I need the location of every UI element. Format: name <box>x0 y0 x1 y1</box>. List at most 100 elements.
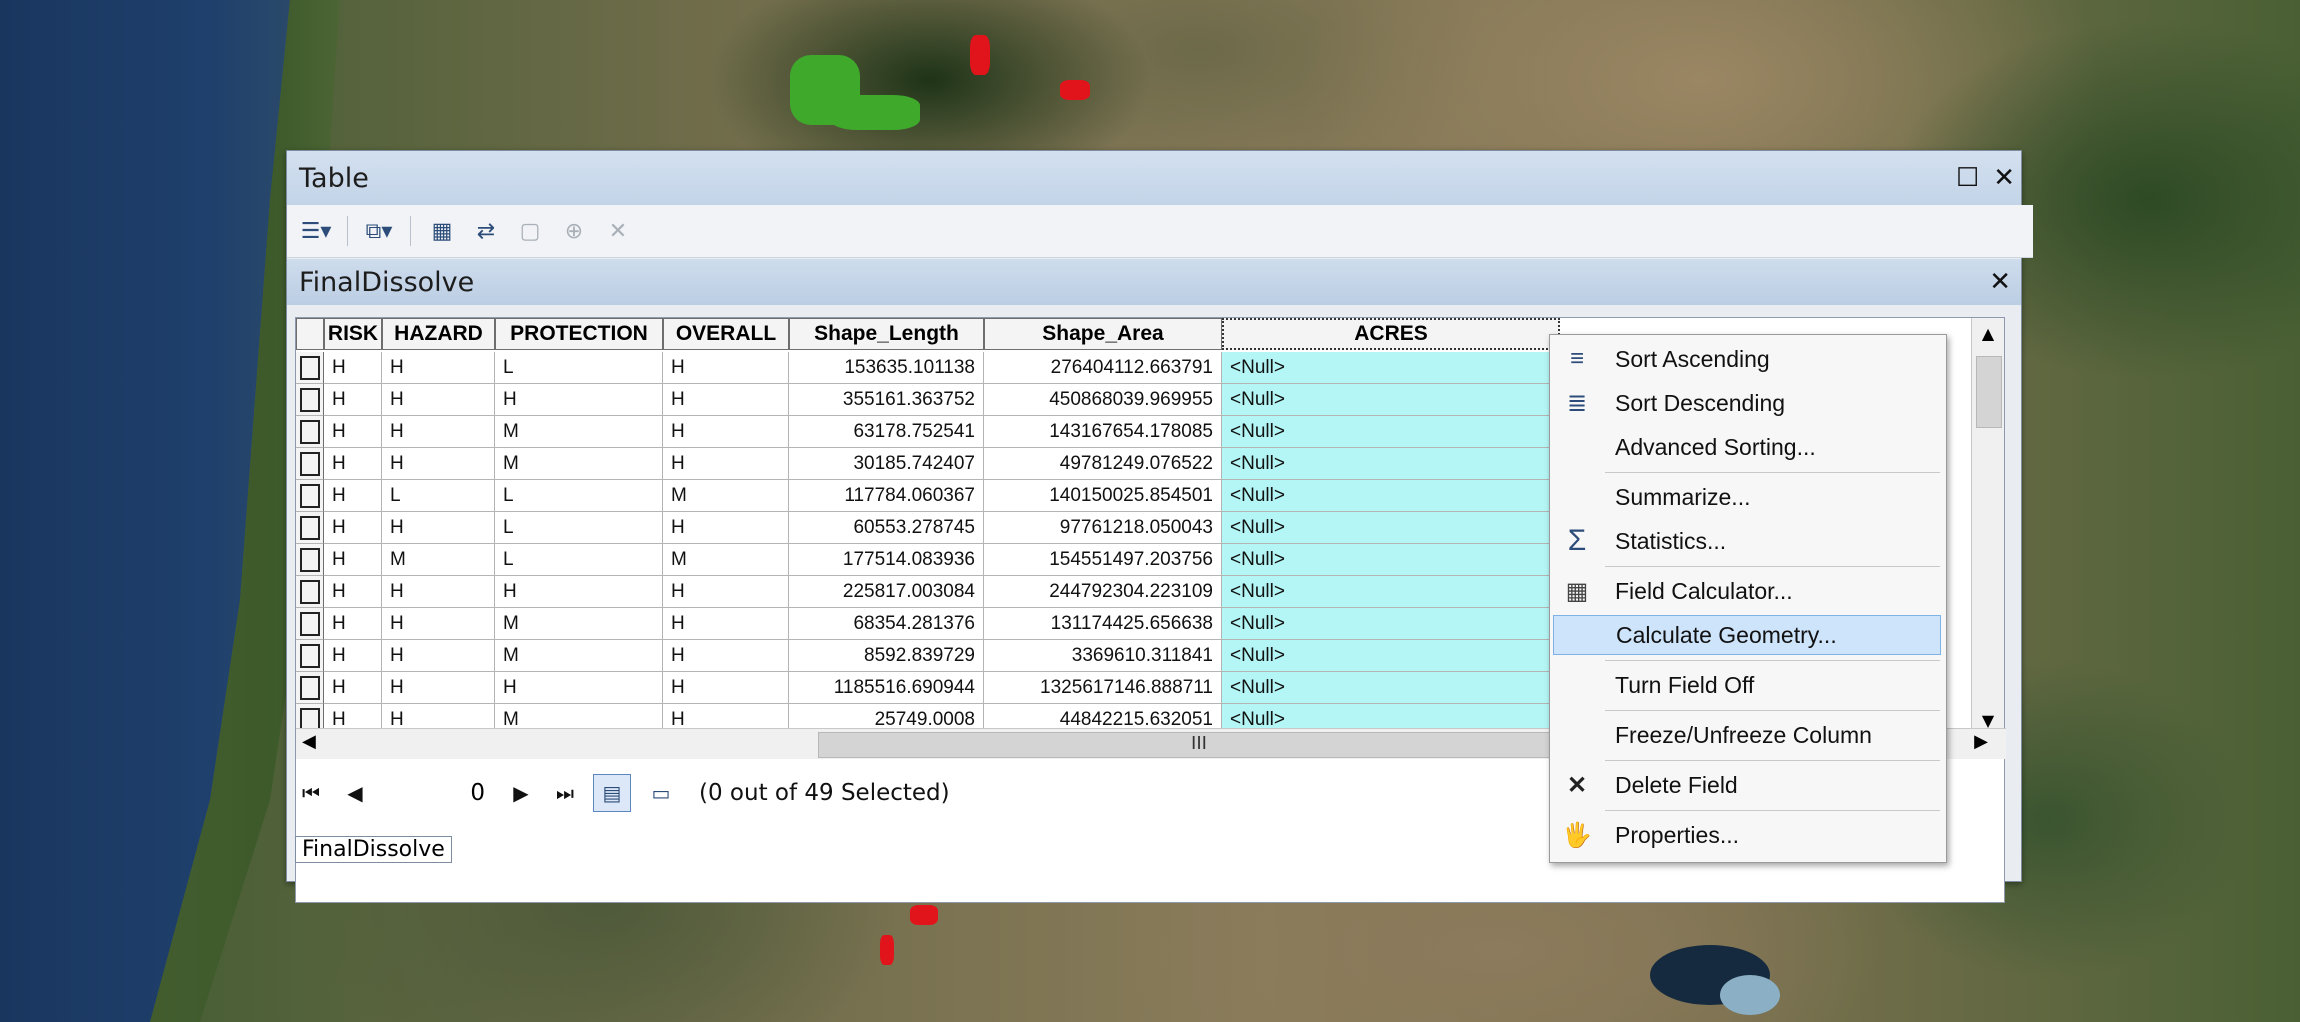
table-cell[interactable]: 450868039.969955 <box>984 384 1222 416</box>
table-cell[interactable]: 30185.742407 <box>789 448 984 480</box>
table-cell[interactable]: 3369610.311841 <box>984 640 1222 672</box>
table-cell[interactable]: M <box>495 416 663 448</box>
table-cell[interactable]: H <box>324 544 382 576</box>
table-cell[interactable]: 68354.281376 <box>789 608 984 640</box>
table-cell[interactable]: H <box>382 352 495 384</box>
table-cell[interactable]: 244792304.223109 <box>984 576 1222 608</box>
table-cell[interactable]: H <box>663 672 789 704</box>
table-cell[interactable]: H <box>382 608 495 640</box>
table-cell[interactable]: H <box>495 384 663 416</box>
close-icon[interactable]: ✕ <box>1989 267 2011 297</box>
table-cell[interactable]: H <box>382 512 495 544</box>
table-cell[interactable]: <Null> <box>1222 544 1560 576</box>
table-cell[interactable]: H <box>324 512 382 544</box>
table-cell[interactable]: H <box>382 448 495 480</box>
table-cell[interactable]: H <box>663 576 789 608</box>
column-header-protection[interactable]: PROTECTION <box>495 318 663 350</box>
table-cell[interactable]: H <box>324 384 382 416</box>
current-record-field[interactable]: 0 <box>383 777 493 809</box>
window-titlebar[interactable]: Table ☐ ✕ <box>287 151 2021 205</box>
row-selector[interactable] <box>296 480 324 512</box>
menu-item-sort-descending[interactable]: ≣ Sort Descending <box>1553 383 1941 423</box>
row-selector[interactable] <box>296 544 324 576</box>
table-cell[interactable]: <Null> <box>1222 672 1560 704</box>
table-cell[interactable]: <Null> <box>1222 352 1560 384</box>
menu-item-properties[interactable]: 🖐 Properties... <box>1553 815 1941 855</box>
table-cell[interactable]: H <box>382 576 495 608</box>
table-cell[interactable]: 225817.003084 <box>789 576 984 608</box>
table-cell[interactable]: <Null> <box>1222 640 1560 672</box>
table-cell[interactable]: <Null> <box>1222 416 1560 448</box>
row-selector[interactable] <box>296 384 324 416</box>
scroll-up-icon[interactable]: ▲ <box>1972 324 2004 343</box>
table-row[interactable]: H H H H 1185516.690944 1325617146.888711 <Null… <box>296 672 1560 704</box>
table-cell[interactable]: H <box>495 576 663 608</box>
table-cell[interactable]: L <box>495 352 663 384</box>
table-cell[interactable]: H <box>324 448 382 480</box>
table-cell[interactable]: 97761218.050043 <box>984 512 1222 544</box>
table-cell[interactable]: H <box>663 512 789 544</box>
table-cell[interactable]: H <box>663 384 789 416</box>
table-cell[interactable]: H <box>382 640 495 672</box>
column-header-shape-length[interactable]: Shape_Length <box>789 318 984 350</box>
table-cell[interactable]: <Null> <box>1222 448 1560 480</box>
table-cell[interactable]: M <box>663 544 789 576</box>
table-cell[interactable]: 355161.363752 <box>789 384 984 416</box>
table-cell[interactable]: M <box>495 448 663 480</box>
show-all-records-icon[interactable]: ▤ <box>593 774 631 812</box>
table-cell[interactable]: <Null> <box>1222 480 1560 512</box>
menu-item-field-calculator[interactable]: ▦ Field Calculator... <box>1553 571 1941 611</box>
menu-item-turn-field-off[interactable]: Turn Field Off <box>1553 665 1941 705</box>
show-selected-records-icon[interactable]: ▭ <box>643 775 679 811</box>
table-row[interactable]: H H M H 63178.752541 143167654.178085 <Null> <box>296 416 1560 448</box>
menu-item-freeze-unfreeze[interactable]: Freeze/Unfreeze Column <box>1553 715 1941 755</box>
scroll-right-icon[interactable]: ▶ <box>1974 731 1988 752</box>
table-cell[interactable]: H <box>324 640 382 672</box>
row-selector[interactable] <box>296 576 324 608</box>
table-cell[interactable]: H <box>324 672 382 704</box>
table-row[interactable]: H H H H 355161.363752 450868039.969955 <Null> <box>296 384 1560 416</box>
delete-selected-icon[interactable]: ✕ <box>601 214 635 248</box>
table-cell[interactable]: H <box>663 640 789 672</box>
table-row[interactable]: H H M H 30185.742407 49781249.076522 <Null> <box>296 448 1560 480</box>
table-cell[interactable]: H <box>663 416 789 448</box>
table-cell[interactable]: H <box>324 480 382 512</box>
table-cell[interactable]: L <box>382 480 495 512</box>
previous-record-icon[interactable]: ◀ <box>339 781 371 805</box>
table-row[interactable]: H H H H 225817.003084 244792304.223109 <Null> <box>296 576 1560 608</box>
column-header-hazard[interactable]: HAZARD <box>382 318 495 350</box>
table-row[interactable]: H H L H 153635.101138 276404112.663791 <Null> <box>296 352 1560 384</box>
next-record-icon[interactable]: ▶ <box>505 781 537 805</box>
column-header-risk[interactable]: RISK <box>324 318 382 350</box>
table-cell[interactable]: M <box>495 608 663 640</box>
table-cell[interactable]: H <box>324 576 382 608</box>
table-cell[interactable]: H <box>382 384 495 416</box>
table-row[interactable]: H L L M 117784.060367 140150025.854501 <Null> <box>296 480 1560 512</box>
row-selector[interactable] <box>296 640 324 672</box>
table-cell[interactable]: 1185516.690944 <box>789 672 984 704</box>
table-cell[interactable]: H <box>663 448 789 480</box>
table-cell[interactable]: M <box>663 480 789 512</box>
table-cell[interactable]: 276404112.663791 <box>984 352 1222 384</box>
table-cell[interactable]: <Null> <box>1222 608 1560 640</box>
zoom-to-selected-icon[interactable]: ⊕ <box>557 214 591 248</box>
row-selector[interactable] <box>296 352 324 384</box>
row-selector[interactable] <box>296 672 324 704</box>
table-cell[interactable]: L <box>495 544 663 576</box>
table-cell[interactable]: 153635.101138 <box>789 352 984 384</box>
table-cell[interactable]: 60553.278745 <box>789 512 984 544</box>
menu-item-delete-field[interactable]: ✕ Delete Field <box>1553 765 1941 805</box>
table-cell[interactable]: <Null> <box>1222 576 1560 608</box>
table-cell[interactable]: 131174425.656638 <box>984 608 1222 640</box>
row-selector-header[interactable] <box>296 318 324 350</box>
table-cell[interactable]: 140150025.854501 <box>984 480 1222 512</box>
vertical-scrollbar[interactable]: ▲ ▼ <box>1971 318 2004 738</box>
table-cell[interactable]: H <box>324 416 382 448</box>
table-cell[interactable]: 8592.839729 <box>789 640 984 672</box>
table-cell[interactable]: M <box>495 640 663 672</box>
table-cell[interactable]: 143167654.178085 <box>984 416 1222 448</box>
row-selector[interactable] <box>296 448 324 480</box>
table-cell[interactable]: L <box>495 480 663 512</box>
table-row[interactable]: H H L H 60553.278745 97761218.050043 <Null> <box>296 512 1560 544</box>
close-icon[interactable]: ✕ <box>1993 163 2015 193</box>
